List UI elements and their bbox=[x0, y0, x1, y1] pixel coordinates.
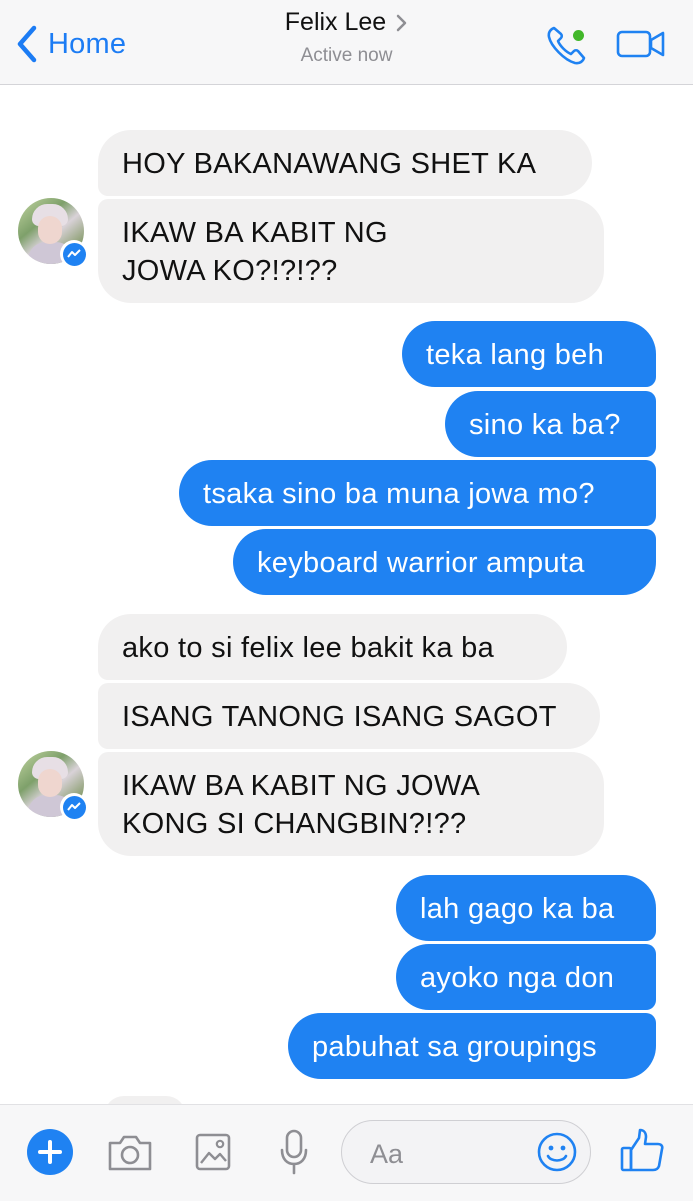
emoji-icon[interactable] bbox=[536, 1131, 578, 1173]
incoming-message[interactable]: IKAW BA KABIT NG JOWA KONG SI CHANGBIN?!… bbox=[98, 752, 604, 856]
image-icon[interactable] bbox=[194, 1131, 232, 1173]
plus-icon bbox=[38, 1140, 62, 1164]
conversation-header: Home Felix Lee Active now bbox=[0, 0, 693, 85]
video-camera-icon[interactable] bbox=[616, 28, 666, 60]
contact-avatar[interactable] bbox=[18, 198, 88, 268]
messenger-badge-icon bbox=[60, 240, 88, 268]
plus-button[interactable] bbox=[27, 1129, 73, 1175]
outgoing-message[interactable]: ayoko nga don bbox=[396, 944, 656, 1010]
phone-icon[interactable] bbox=[544, 22, 590, 68]
contact-name-button[interactable]: Felix Lee bbox=[285, 8, 408, 37]
message-input[interactable] bbox=[368, 1135, 532, 1173]
back-button[interactable]: Home bbox=[14, 22, 126, 66]
incoming-message[interactable]: IKAW BA KABIT NG JOWA KO?!?!?? bbox=[98, 199, 604, 303]
outgoing-message[interactable]: lah gago ka ba bbox=[396, 875, 656, 941]
active-status: Active now bbox=[300, 45, 393, 66]
outgoing-message[interactable]: sino ka ba? bbox=[445, 391, 656, 457]
incoming-message[interactable]: HOY BAKANAWANG SHET KA bbox=[98, 130, 592, 196]
chevron-left-icon bbox=[17, 25, 37, 63]
outgoing-message[interactable]: pabuhat sa groupings bbox=[288, 1013, 656, 1079]
camera-icon[interactable] bbox=[106, 1131, 154, 1173]
microphone-icon[interactable] bbox=[278, 1128, 310, 1176]
back-label: Home bbox=[48, 27, 127, 60]
outgoing-message[interactable]: tsaka sino ba muna jowa mo? bbox=[179, 460, 656, 526]
outgoing-message[interactable]: teka lang beh bbox=[402, 321, 656, 387]
contact-name: Felix Lee bbox=[284, 8, 387, 36]
incoming-message[interactable]: ISANG TANONG ISANG SAGOT bbox=[98, 683, 600, 749]
contact-title: Felix Lee Active now bbox=[200, 8, 493, 67]
incoming-message[interactable]: ako to si felix lee bakit ka ba bbox=[98, 614, 567, 680]
chevron-right-icon bbox=[396, 14, 407, 31]
online-indicator bbox=[573, 30, 584, 41]
thumbs-up-icon[interactable] bbox=[618, 1126, 666, 1174]
contact-avatar[interactable] bbox=[18, 751, 88, 821]
outgoing-message[interactable]: keyboard warrior amputa bbox=[233, 529, 656, 595]
messenger-badge-icon bbox=[60, 793, 88, 821]
